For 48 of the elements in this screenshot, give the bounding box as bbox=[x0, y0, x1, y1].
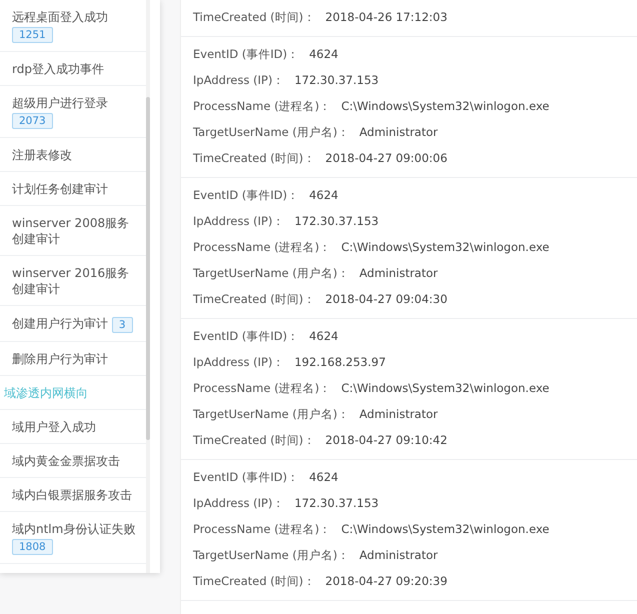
field-value: Administrator bbox=[359, 407, 438, 421]
field-value: 2018-04-27 09:00:06 bbox=[325, 151, 448, 165]
count-badge: 3 bbox=[112, 317, 133, 333]
count-badge: 2073 bbox=[12, 113, 53, 129]
field-label: TimeCreated (时间)： bbox=[193, 432, 316, 448]
field-label: EventID (事件ID)： bbox=[193, 470, 300, 484]
field-label: ProcessName (进程名)： bbox=[193, 240, 332, 254]
field-label: IpAddress (IP)： bbox=[193, 72, 284, 88]
field-label: ProcessName (进程名)： bbox=[193, 522, 332, 536]
field-value: Administrator bbox=[359, 548, 438, 562]
count-badge: 1251 bbox=[12, 27, 53, 43]
field-value: 172.30.37.153 bbox=[294, 214, 379, 228]
field-value: 4624 bbox=[309, 47, 338, 61]
field-label: IpAddress (IP)： bbox=[193, 214, 284, 228]
field-value: 172.30.37.153 bbox=[294, 73, 379, 87]
field-label: IpAddress (IP)： bbox=[193, 496, 284, 510]
count-badge: 1808 bbox=[12, 539, 53, 555]
field-value: 2018-04-27 09:10:42 bbox=[325, 433, 448, 447]
scrollbar[interactable] bbox=[146, 0, 150, 573]
field-value: 4624 bbox=[309, 329, 338, 343]
field-label: EventID (事件ID)： bbox=[193, 328, 300, 344]
field-label: ProcessName (进程名)： bbox=[193, 98, 332, 114]
field-label: TargetUserName (用户名)： bbox=[193, 266, 350, 280]
scrollbar-thumb[interactable] bbox=[146, 97, 150, 440]
field-label: TimeCreated (时间)： bbox=[193, 292, 316, 306]
field-label: TimeCreated (时间)： bbox=[193, 574, 316, 588]
field-value: 2018-04-27 09:20:39 bbox=[325, 574, 448, 588]
field-value: C:\Windows\System32\winlogon.exe bbox=[341, 381, 550, 395]
field-value: Administrator bbox=[359, 125, 438, 139]
field-label: EventID (事件ID)： bbox=[193, 188, 300, 202]
field-label: ProcessName (进程名)： bbox=[193, 380, 332, 396]
field-value: C:\Windows\System32\winlogon.exe bbox=[341, 99, 550, 113]
field-label: EventID (事件ID)： bbox=[193, 46, 300, 62]
field-label: TimeCreated (时间)： bbox=[193, 10, 316, 24]
field-value: C:\Windows\System32\winlogon.exe bbox=[341, 240, 550, 254]
field-value: 2018-04-26 17:12:03 bbox=[325, 10, 448, 24]
field-label: TargetUserName (用户名)： bbox=[193, 124, 350, 140]
field-value: Administrator bbox=[359, 266, 438, 280]
field-value: 4624 bbox=[309, 188, 338, 202]
field-value: 172.30.37.153 bbox=[294, 496, 379, 510]
field-label: TargetUserName (用户名)： bbox=[193, 406, 350, 422]
field-value: 4624 bbox=[309, 470, 338, 484]
field-value: C:\Windows\System32\winlogon.exe bbox=[341, 522, 550, 536]
field-value: 2018-04-27 09:04:30 bbox=[325, 292, 448, 306]
field-label: IpAddress (IP)： bbox=[193, 354, 284, 370]
field-label: TimeCreated (时间)： bbox=[193, 150, 316, 166]
field-value: 192.168.253.97 bbox=[294, 355, 386, 369]
field-label: TargetUserName (用户名)： bbox=[193, 548, 350, 562]
